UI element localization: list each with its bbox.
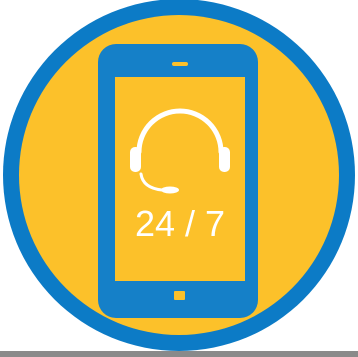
speaker-slot-icon: [172, 62, 188, 66]
support-hours-text: 24 / 7: [135, 203, 225, 244]
home-button-icon: [174, 291, 185, 300]
bottom-shadow: [0, 351, 358, 357]
phone-screen: [115, 77, 245, 281]
mobile-support-24-7-icon: 24 / 7: [0, 0, 358, 357]
